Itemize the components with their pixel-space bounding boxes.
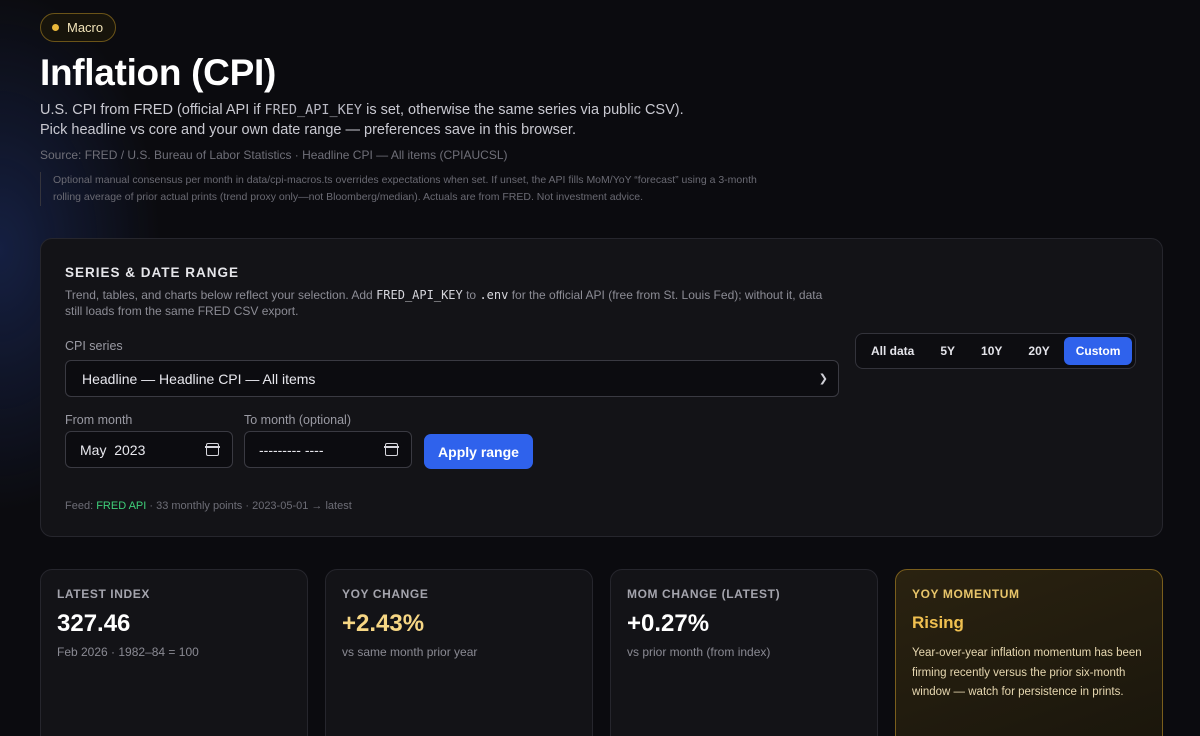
from-month-input[interactable]: May 2023 [65,431,233,468]
yoy-change-card: YOY CHANGE +2.43% vs same month prior ye… [325,569,593,736]
page-title: Inflation (CPI) [40,52,276,93]
card-label: YOY CHANGE [342,587,429,601]
chevron-down-icon: ❯ [818,373,828,385]
panel-desc-text-2: to [462,288,480,302]
card-subtext: Feb 2026 · 1982–84 = 100 [57,645,199,659]
desc-text-1: U.S. CPI from FRED (official API if [40,102,265,118]
badge-dot-icon [52,24,59,31]
cpi-series-value: Headline — Headline CPI — All items [82,370,316,387]
card-label: MOM CHANGE (LATEST) [627,587,781,601]
feed-details: · 33 monthly points · 2023-05-01 → lates… [146,500,352,512]
cpi-series-label: CPI series [65,339,123,353]
range-all-data-button[interactable]: All data [859,337,926,365]
calendar-icon[interactable] [384,443,399,456]
panel-title: SERIES & DATE RANGE [65,265,240,280]
range-5y-button[interactable]: 5Y [928,337,967,365]
category-badge: Macro [40,13,117,42]
cpi-series-select[interactable]: Headline — Headline CPI — All items ❯ [65,360,839,397]
latest-index-value: 327.46 [57,610,131,637]
feed-prefix: Feed: [65,500,97,512]
to-month-input[interactable]: --------- ---- [244,431,412,468]
mom-change-card: MOM CHANGE (LATEST) +0.27% vs prior mont… [610,569,878,736]
panel-desc-code-1: FRED_API_KEY [376,288,463,302]
from-month-value: May 2023 [80,441,146,458]
page-description: U.S. CPI from FRED (official API if FRED… [40,100,710,140]
panel-desc-code-2: .env [479,288,509,302]
yoy-momentum-card: YOY MOMENTUM Rising Year-over-year infla… [895,569,1163,736]
forecast-note: Optional manual consensus per month in d… [40,172,780,206]
desc-code: FRED_API_KEY [264,102,363,118]
panel-description: Trend, tables, and charts below reflect … [65,287,825,319]
range-10y-button[interactable]: 10Y [969,337,1014,365]
yoy-momentum-value: Rising [912,613,964,632]
range-20y-button[interactable]: 20Y [1016,337,1061,365]
yoy-change-value: +2.43% [342,610,425,637]
range-custom-button[interactable]: Custom [1063,337,1133,365]
badge-label: Macro [67,20,104,35]
mom-change-value: +0.27% [627,610,710,637]
from-month-label: From month [65,413,133,427]
source-line: Source: FRED / U.S. Bureau of Labor Stat… [40,148,508,162]
calendar-icon[interactable] [205,443,220,456]
series-date-range-panel: SERIES & DATE RANGE Trend, tables, and c… [40,238,1163,537]
card-label: YOY MOMENTUM [912,587,1020,601]
apply-range-button[interactable]: Apply range [424,434,533,469]
momentum-description: Year-over-year inflation momentum has be… [912,647,1142,698]
panel-desc-text-1: Trend, tables, and charts below reflect … [65,288,377,302]
feed-status: Feed: FRED API · 33 monthly points · 202… [65,500,352,512]
feed-source: FRED API [96,500,147,512]
to-month-value: --------- ---- [259,441,324,458]
range-preset-group: All data 5Y 10Y 20Y Custom [855,333,1137,369]
card-subtext: vs prior month (from index) [627,645,771,659]
card-subtext: vs same month prior year [342,645,478,659]
latest-index-card: LATEST INDEX 327.46 Feb 2026 · 1982–84 =… [40,569,308,736]
card-label: LATEST INDEX [57,587,150,601]
to-month-label: To month (optional) [244,413,352,427]
